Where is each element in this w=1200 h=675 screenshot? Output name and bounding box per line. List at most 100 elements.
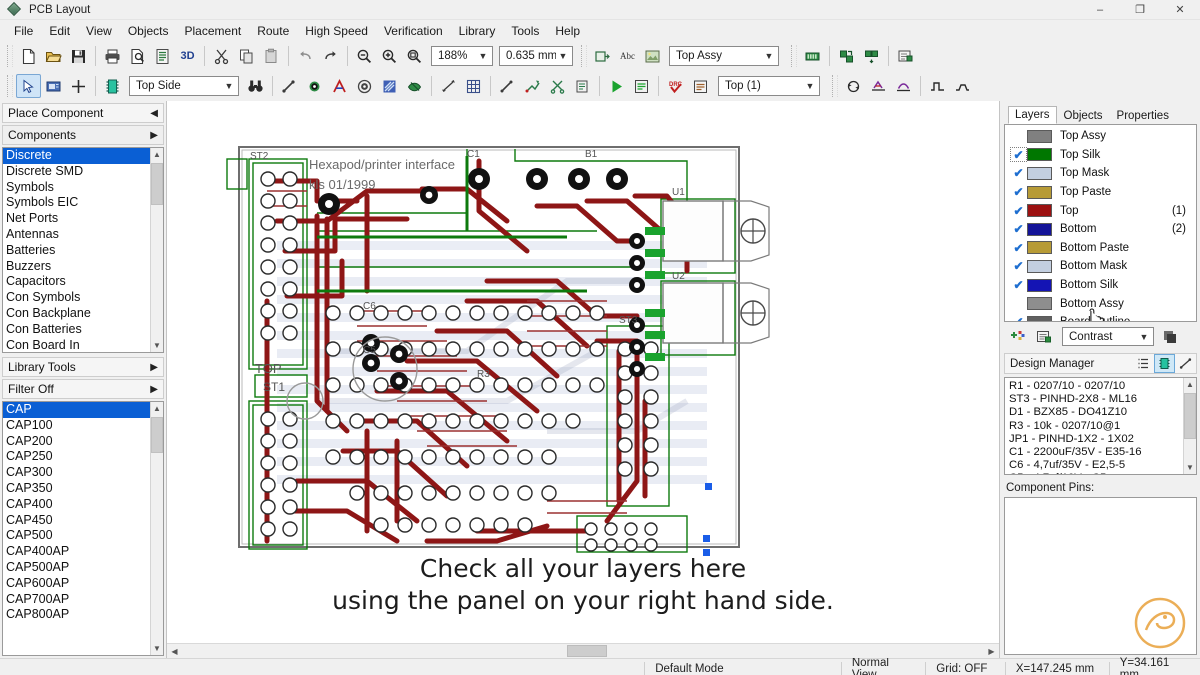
minimize-button[interactable]: – [1080,0,1120,20]
canvas-horizontal-scrollbar[interactable]: ◀ ▶ [167,643,999,658]
list-item[interactable]: Symbols [3,180,150,196]
list-item[interactable]: ST3 - PINHD-2X8 - ML16 [1009,393,1183,406]
assembly-layer-select[interactable]: Top Assy ▼ [669,46,779,66]
pad-tool-icon[interactable] [302,74,327,98]
text-tool-icon[interactable] [327,74,352,98]
layer-color-swatch[interactable] [1027,279,1052,292]
scroll-down-icon[interactable]: ▼ [1184,461,1196,474]
layer-color-swatch[interactable] [1027,204,1052,217]
layer-color-swatch[interactable] [1027,186,1052,199]
list-item[interactable]: CAP400 [3,497,150,513]
layer-visibility-checkbox[interactable]: ✔ [1010,147,1027,162]
list-item[interactable]: CAP500AP [3,560,150,576]
text-abc-icon[interactable]: Abc [615,44,640,68]
menu-file[interactable]: File [6,22,41,40]
3d-view-icon[interactable]: 3D [175,44,200,68]
copy-icon[interactable] [234,44,259,68]
drc-report-icon[interactable] [688,74,713,98]
list-item[interactable]: R1 - 0207/10 - 0207/10 [1009,380,1183,393]
scroll-thumb[interactable] [151,163,163,205]
layer-color-swatch[interactable] [1027,297,1052,310]
zoom-fit-icon[interactable] [402,44,427,68]
expand-right-icon[interactable]: ▶ [150,130,158,141]
collapse-left-icon[interactable]: ◀ [150,108,158,119]
components-header[interactable]: Components ▶ [2,125,164,145]
list-item[interactable]: C6 - 4,7uf/35V - E2,5-5 [1009,459,1183,472]
menu-library[interactable]: Library [451,22,504,40]
place-component-header[interactable]: Place Component ◀ [2,103,164,123]
layer-row-top[interactable]: ✔ Top (1) [1005,201,1196,220]
menu-edit[interactable]: Edit [41,22,78,40]
layer-color-swatch[interactable] [1027,260,1052,273]
layer-setup-icon[interactable] [1032,326,1056,347]
layer-visibility-checkbox[interactable] [1010,296,1027,311]
slope-icon[interactable] [950,74,975,98]
layer-visibility-checkbox[interactable]: ✔ [1010,240,1027,255]
binoculars-icon[interactable] [243,74,268,98]
list-item[interactable]: Con Batteries [3,322,150,338]
list-item[interactable]: Symbols EIC [3,195,150,211]
menu-objects[interactable]: Objects [120,22,177,40]
paste-icon[interactable] [259,44,284,68]
toolbar-grip[interactable] [791,45,797,67]
pointer-icon[interactable] [16,74,41,98]
layer-color-swatch[interactable] [1027,148,1052,161]
active-layer-select[interactable]: Top (1) ▼ [718,76,820,96]
run-icon[interactable] [604,74,629,98]
place-component-icon[interactable] [41,74,66,98]
layer-visibility-checkbox[interactable]: ✔ [1010,166,1027,181]
layer-color-swatch[interactable] [1027,130,1052,143]
list-item[interactable]: CAP400AP [3,544,150,560]
open-file-icon[interactable] [41,44,66,68]
parts-list[interactable]: CAP CAP100 CAP200 CAP250 CAP300 CAP350 C… [2,401,164,656]
scroll-down-icon[interactable]: ▼ [151,339,163,352]
crosshair-icon[interactable] [66,74,91,98]
chip-icon[interactable] [100,74,125,98]
list-item[interactable]: C5 - 4,7uf/10V - C5 [1009,472,1183,474]
layer-row-bottom[interactable]: ✔ Bottom (2) [1005,220,1196,239]
expand-right-icon[interactable]: ▶ [150,362,158,373]
list-item[interactable]: Batteries [3,243,150,259]
list-item[interactable]: R3 - 10k - 0207/10@1 [1009,420,1183,433]
menu-verification[interactable]: Verification [376,22,451,40]
via-tool-icon[interactable] [352,74,377,98]
menu-placement[interactable]: Placement [177,22,250,40]
layer-row-bottom-silk[interactable]: ✔ Bottom Silk [1005,276,1196,295]
grid-icon[interactable] [461,74,486,98]
close-button[interactable]: ✕ [1160,0,1200,20]
scroll-up-icon[interactable]: ▲ [1184,378,1196,391]
component-swap-icon[interactable] [834,44,859,68]
board-side-select[interactable]: Top Side ▼ [129,76,239,96]
image-layer-icon[interactable] [640,44,665,68]
run-report-icon[interactable] [629,74,654,98]
list-item[interactable]: D1 - BZX85 - DO41Z10 [1009,406,1183,419]
pcb-canvas[interactable]: ST2 C1 B1 U1 U2 ST3 TOP ST1 C5 C6 R3 Hex… [167,101,999,643]
toolbar-grip[interactable] [832,75,838,97]
list-item[interactable]: CAP350 [3,481,150,497]
menu-view[interactable]: View [78,22,120,40]
route-props-icon[interactable] [570,74,595,98]
layer-row-top-assy[interactable]: Top Assy [1005,127,1196,146]
zoom-in-icon[interactable] [377,44,402,68]
layer-row-board-outline[interactable]: ✔ Board Outline [1005,313,1196,322]
net-view-icon[interactable] [1175,354,1196,373]
component-pins-box[interactable] [1004,497,1197,655]
scroll-thumb[interactable] [567,645,607,657]
list-item[interactable]: C1 - 2200uF/35V - E35-16 [1009,446,1183,459]
layer-visibility-checkbox[interactable]: ✔ [1010,278,1027,293]
design-manager-list[interactable]: R1 - 0207/10 - 0207/10 ST3 - PINHD-2X8 -… [1004,377,1197,475]
add-layer-icon[interactable] [1006,326,1030,347]
list-item[interactable]: CAP100 [3,418,150,434]
layer-row-top-paste[interactable]: ✔ Top Paste [1005,183,1196,202]
layer-row-bottom-mask[interactable]: ✔ Bottom Mask [1005,257,1196,276]
list-item[interactable]: CAP300 [3,465,150,481]
route-cut-icon[interactable] [545,74,570,98]
signal-a-icon[interactable] [866,74,891,98]
list-item[interactable]: CAP700AP [3,592,150,608]
save-icon[interactable] [66,44,91,68]
scroll-thumb[interactable] [151,417,163,453]
toolbar-grip[interactable] [7,45,13,67]
list-item[interactable]: JP1 - PINHD-1X2 - 1X02 [1009,433,1183,446]
list-item[interactable]: CAP600AP [3,576,150,592]
signal-b-icon[interactable] [891,74,916,98]
